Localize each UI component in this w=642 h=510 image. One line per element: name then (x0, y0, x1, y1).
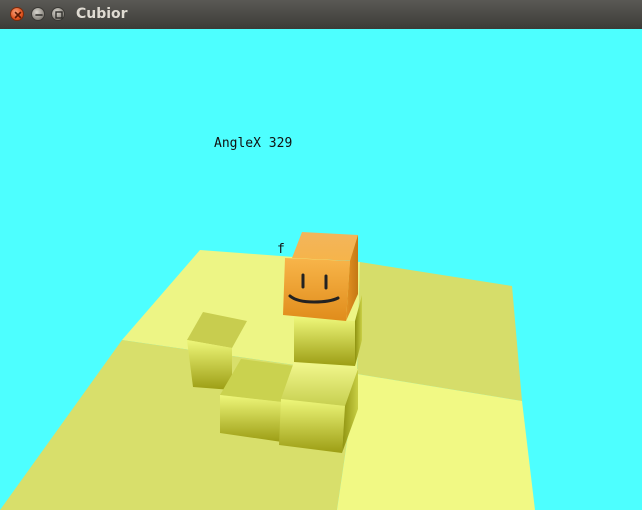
partial-hud-text: f (277, 242, 285, 257)
block-front-face (294, 317, 355, 366)
block-front-face (187, 340, 232, 390)
game-window: Cubior AngleX 329 f (0, 0, 642, 510)
title-bar[interactable]: Cubior (0, 0, 642, 30)
maximize-icon (55, 11, 63, 19)
block-top-face (281, 362, 358, 406)
game-viewport[interactable]: AngleX 329 f (0, 29, 642, 510)
game-scene (0, 232, 535, 510)
player-top-face (292, 232, 358, 261)
block-right-front (279, 362, 358, 453)
angle-readout: AngleX 329 (214, 136, 293, 151)
player-front-face (283, 258, 350, 321)
player-cube (283, 232, 358, 321)
minimize-icon (35, 14, 43, 16)
block-front-face (279, 399, 345, 453)
maximize-button[interactable] (51, 7, 65, 21)
close-icon (14, 11, 22, 19)
close-button[interactable] (10, 7, 24, 21)
minimize-button[interactable] (31, 7, 45, 21)
window-title: Cubior (76, 6, 128, 22)
